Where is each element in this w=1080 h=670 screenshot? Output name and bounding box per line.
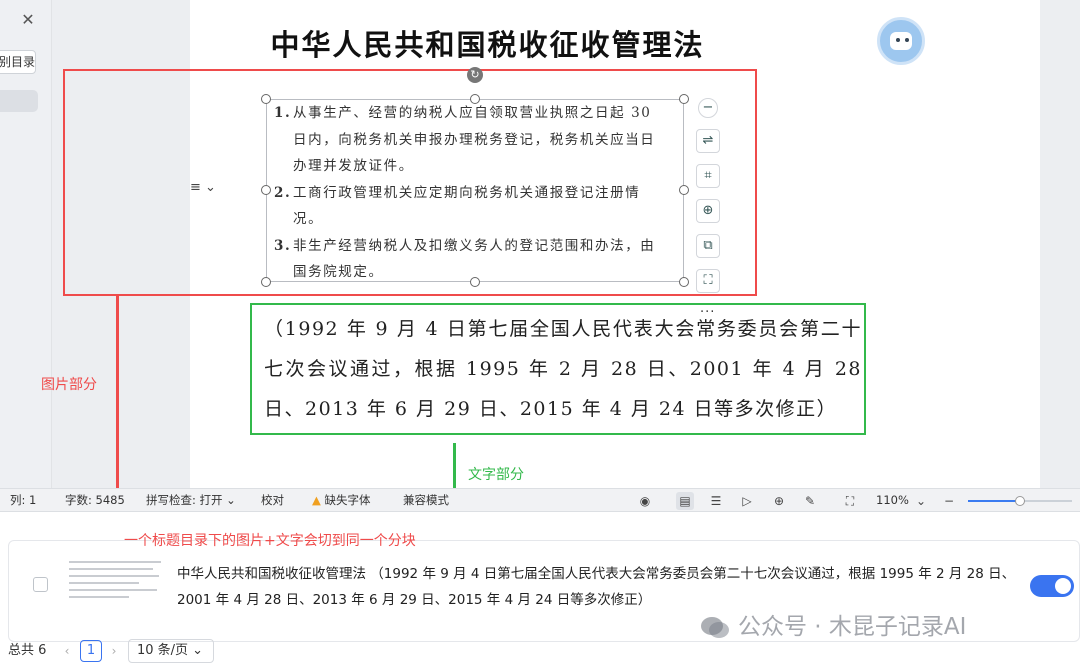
- text-part-label: 文字部分: [468, 467, 524, 483]
- resize-handle[interactable]: [679, 94, 689, 104]
- document-body-text: （1992 年 9 月 4 日第七届全国人民代表大会常务委员会第二十七次会议通过…: [264, 318, 862, 420]
- app-root: ✕ 别目录 中华人民共和国税收征收管理法 ↻ 1. 从事生产、经营的纳税人应自领…: [0, 0, 1080, 670]
- zoom-slider[interactable]: [968, 496, 1072, 506]
- image-list-item: 3. 非生产经营纳税人及扣缴义务人的登记范围和办法，由国务院规定。: [274, 237, 656, 281]
- web-view-icon[interactable]: ⊕: [770, 492, 788, 510]
- spell-check-dropdown[interactable]: 拼写检查: 打开 ⌄: [146, 489, 236, 512]
- image-align-dropdown[interactable]: ≡ ⌄: [190, 180, 228, 200]
- wrap-text-icon[interactable]: ⇌: [696, 129, 720, 153]
- rotate-handle-icon[interactable]: ↻: [467, 67, 483, 83]
- page-view-icon[interactable]: ▤: [676, 492, 694, 510]
- chunk-text: 中华人民共和国税收征收管理法 （1992 年 9 月 4 日第七届全国人民代表大…: [177, 566, 1016, 608]
- compat-mode-label: 兼容模式: [403, 493, 449, 507]
- resize-handle[interactable]: [261, 94, 271, 104]
- chunk-enable-toggle[interactable]: [1030, 575, 1074, 597]
- resize-handle[interactable]: [679, 185, 689, 195]
- total-count: 总共 6: [8, 643, 47, 658]
- zoom-in-icon[interactable]: ⊕: [696, 199, 720, 223]
- assistant-avatar-icon[interactable]: [877, 17, 925, 65]
- pen-icon[interactable]: ✎: [801, 492, 819, 510]
- zoom-dropdown-icon[interactable]: ⌄: [912, 492, 930, 510]
- status-bar: 列: 1 字数: 5485 拼写检查: 打开 ⌄ 校对 ▲ 缺失字体 兼容模式 …: [0, 488, 1080, 512]
- image-list-item: 1. 从事生产、经营的纳税人应自领取营业执照之日起 30 日内，向税务机关申报办…: [274, 105, 656, 174]
- word-count[interactable]: 字数: 5485: [65, 489, 125, 512]
- resize-handle[interactable]: [261, 277, 271, 287]
- wechat-logo-icon: [701, 616, 729, 638]
- page-number-button[interactable]: 1: [80, 640, 102, 662]
- fit-screen-icon[interactable]: ⛶: [841, 492, 859, 510]
- crop-icon[interactable]: ⌗: [696, 164, 720, 188]
- fit-icon[interactable]: ⛶: [696, 269, 720, 293]
- proofread-button[interactable]: 校对: [261, 489, 284, 512]
- chunk-note-label: 一个标题目录下的图片+文字会切到同一个分块: [124, 533, 416, 549]
- zoom-slider-knob[interactable]: [1015, 496, 1025, 506]
- resize-handle[interactable]: [261, 185, 271, 195]
- zoom-slider-fill: [968, 500, 1020, 502]
- rotate-icon[interactable]: ⧉: [696, 234, 720, 258]
- missing-font-button[interactable]: ▲ 缺失字体: [312, 489, 371, 512]
- document-title: 中华人民共和国税收征收管理法: [270, 28, 705, 62]
- image-text-list: 1. 从事生产、经营的纳税人应自领取营业执照之日起 30 日内，向税务机关申报办…: [274, 100, 664, 286]
- next-page-icon[interactable]: ›: [107, 640, 121, 662]
- play-icon[interactable]: ▷: [738, 492, 756, 510]
- left-panel: ✕ 别目录: [0, 0, 52, 488]
- chunk-checkbox[interactable]: [33, 577, 48, 592]
- outline-view-icon[interactable]: ☰: [707, 492, 725, 510]
- directory-selected-item[interactable]: [0, 90, 38, 112]
- image-toolbar: − ⇌ ⌗ ⊕ ⧉ ⛶: [696, 98, 722, 304]
- image-list-item: 2. 工商行政管理机关应定期向税务机关通报登记注册情况。: [274, 184, 641, 228]
- chunk-image-thumbnail[interactable]: [69, 561, 169, 623]
- line-indicator: 列: 1: [10, 493, 37, 507]
- zoom-level[interactable]: 110%: [876, 489, 909, 512]
- image-part-label: 图片部分: [41, 377, 97, 393]
- prev-page-icon[interactable]: ‹: [60, 640, 74, 662]
- warning-icon: ▲: [312, 493, 321, 507]
- resize-handle[interactable]: [679, 277, 689, 287]
- watermark: 公众号 · 木昆子记录AI: [700, 610, 966, 644]
- eye-icon[interactable]: ◉: [636, 492, 654, 510]
- zoom-out-icon[interactable]: −: [940, 492, 958, 510]
- collapse-icon[interactable]: −: [698, 98, 718, 118]
- page-size-select[interactable]: 10 条/页 ⌄: [128, 639, 214, 663]
